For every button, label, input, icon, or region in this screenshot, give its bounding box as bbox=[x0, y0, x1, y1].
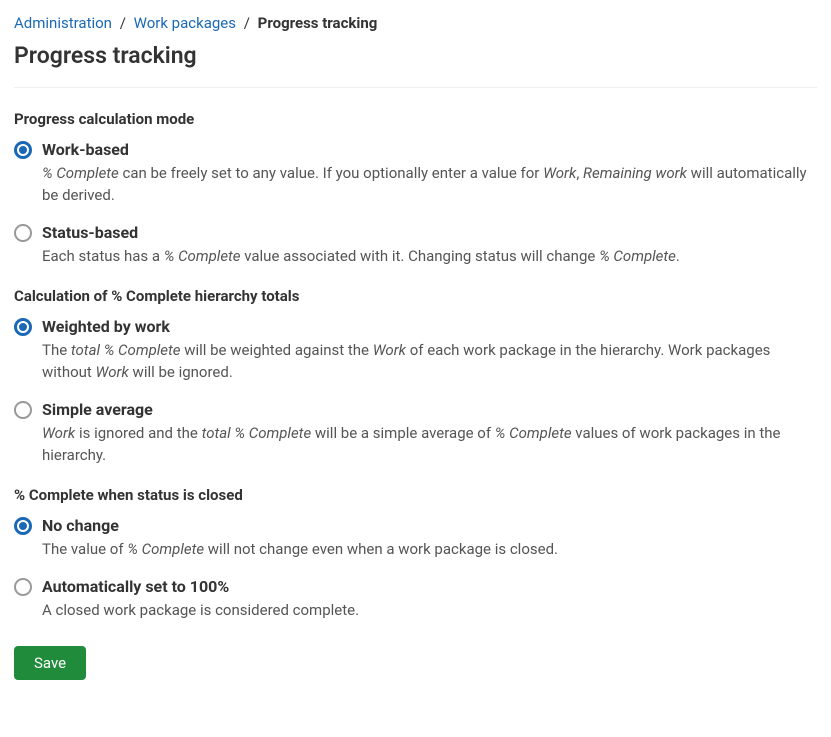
radio-auto-100[interactable] bbox=[14, 578, 32, 596]
option-no-change: No change The value of % Complete will n… bbox=[14, 516, 817, 561]
option-description-weighted: The total % Complete will be weighted ag… bbox=[42, 340, 817, 384]
radio-work-based[interactable] bbox=[14, 141, 32, 159]
option-description-simple: Work is ignored and the total % Complete… bbox=[42, 423, 817, 467]
breadcrumb-separator: / bbox=[120, 14, 126, 32]
section-closed: No change The value of % Complete will n… bbox=[14, 516, 817, 622]
option-description-status-based: Each status has a % Complete value assoc… bbox=[42, 246, 817, 268]
option-description-work-based: % Complete can be freely set to any valu… bbox=[42, 163, 817, 207]
option-label-work-based[interactable]: Work-based bbox=[42, 140, 817, 159]
option-description-auto-100: A closed work package is considered comp… bbox=[42, 600, 817, 622]
breadcrumb-current: Progress tracking bbox=[258, 14, 378, 32]
page-title: Progress tracking bbox=[14, 42, 817, 88]
option-label-no-change[interactable]: No change bbox=[42, 516, 817, 535]
breadcrumb-separator: / bbox=[244, 14, 250, 32]
option-label-status-based[interactable]: Status-based bbox=[42, 223, 817, 242]
radio-simple[interactable] bbox=[14, 401, 32, 419]
radio-weighted[interactable] bbox=[14, 318, 32, 336]
option-label-simple[interactable]: Simple average bbox=[42, 400, 817, 419]
option-label-weighted[interactable]: Weighted by work bbox=[42, 317, 817, 336]
option-weighted: Weighted by work The total % Complete wi… bbox=[14, 317, 817, 384]
breadcrumb: Administration / Work packages / Progres… bbox=[14, 14, 817, 32]
option-label-auto-100[interactable]: Automatically set to 100% bbox=[42, 577, 817, 596]
save-button[interactable]: Save bbox=[14, 646, 86, 680]
section-heading-hierarchy: Calculation of % Complete hierarchy tota… bbox=[14, 287, 817, 305]
option-simple: Simple average Work is ignored and the t… bbox=[14, 400, 817, 467]
option-work-based: Work-based % Complete can be freely set … bbox=[14, 140, 817, 207]
breadcrumb-link-administration[interactable]: Administration bbox=[14, 14, 112, 32]
section-hierarchy: Weighted by work The total % Complete wi… bbox=[14, 317, 817, 466]
section-mode: Work-based % Complete can be freely set … bbox=[14, 140, 817, 267]
section-heading-closed: % Complete when status is closed bbox=[14, 486, 817, 504]
radio-status-based[interactable] bbox=[14, 224, 32, 242]
radio-no-change[interactable] bbox=[14, 517, 32, 535]
option-description-no-change: The value of % Complete will not change … bbox=[42, 539, 817, 561]
option-auto-100: Automatically set to 100% A closed work … bbox=[14, 577, 817, 622]
option-status-based: Status-based Each status has a % Complet… bbox=[14, 223, 817, 268]
breadcrumb-link-work-packages[interactable]: Work packages bbox=[134, 14, 236, 32]
section-heading-mode: Progress calculation mode bbox=[14, 110, 817, 128]
